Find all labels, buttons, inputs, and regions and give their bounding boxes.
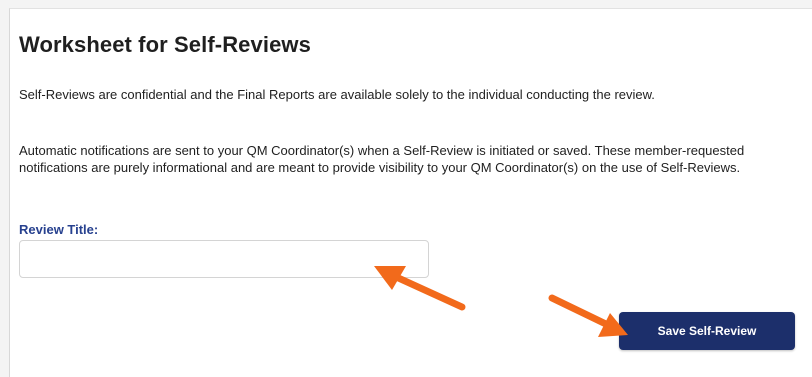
save-self-review-button[interactable]: Save Self-Review: [619, 312, 795, 350]
page: Worksheet for Self-Reviews Self-Reviews …: [0, 0, 812, 377]
review-title-label: Review Title:: [19, 222, 99, 237]
confidentiality-text: Self-Reviews are confidential and the Fi…: [19, 87, 655, 102]
review-title-input[interactable]: [19, 240, 429, 278]
notifications-text: Automatic notifications are sent to your…: [19, 143, 745, 175]
page-title: Worksheet for Self-Reviews: [19, 32, 311, 57]
